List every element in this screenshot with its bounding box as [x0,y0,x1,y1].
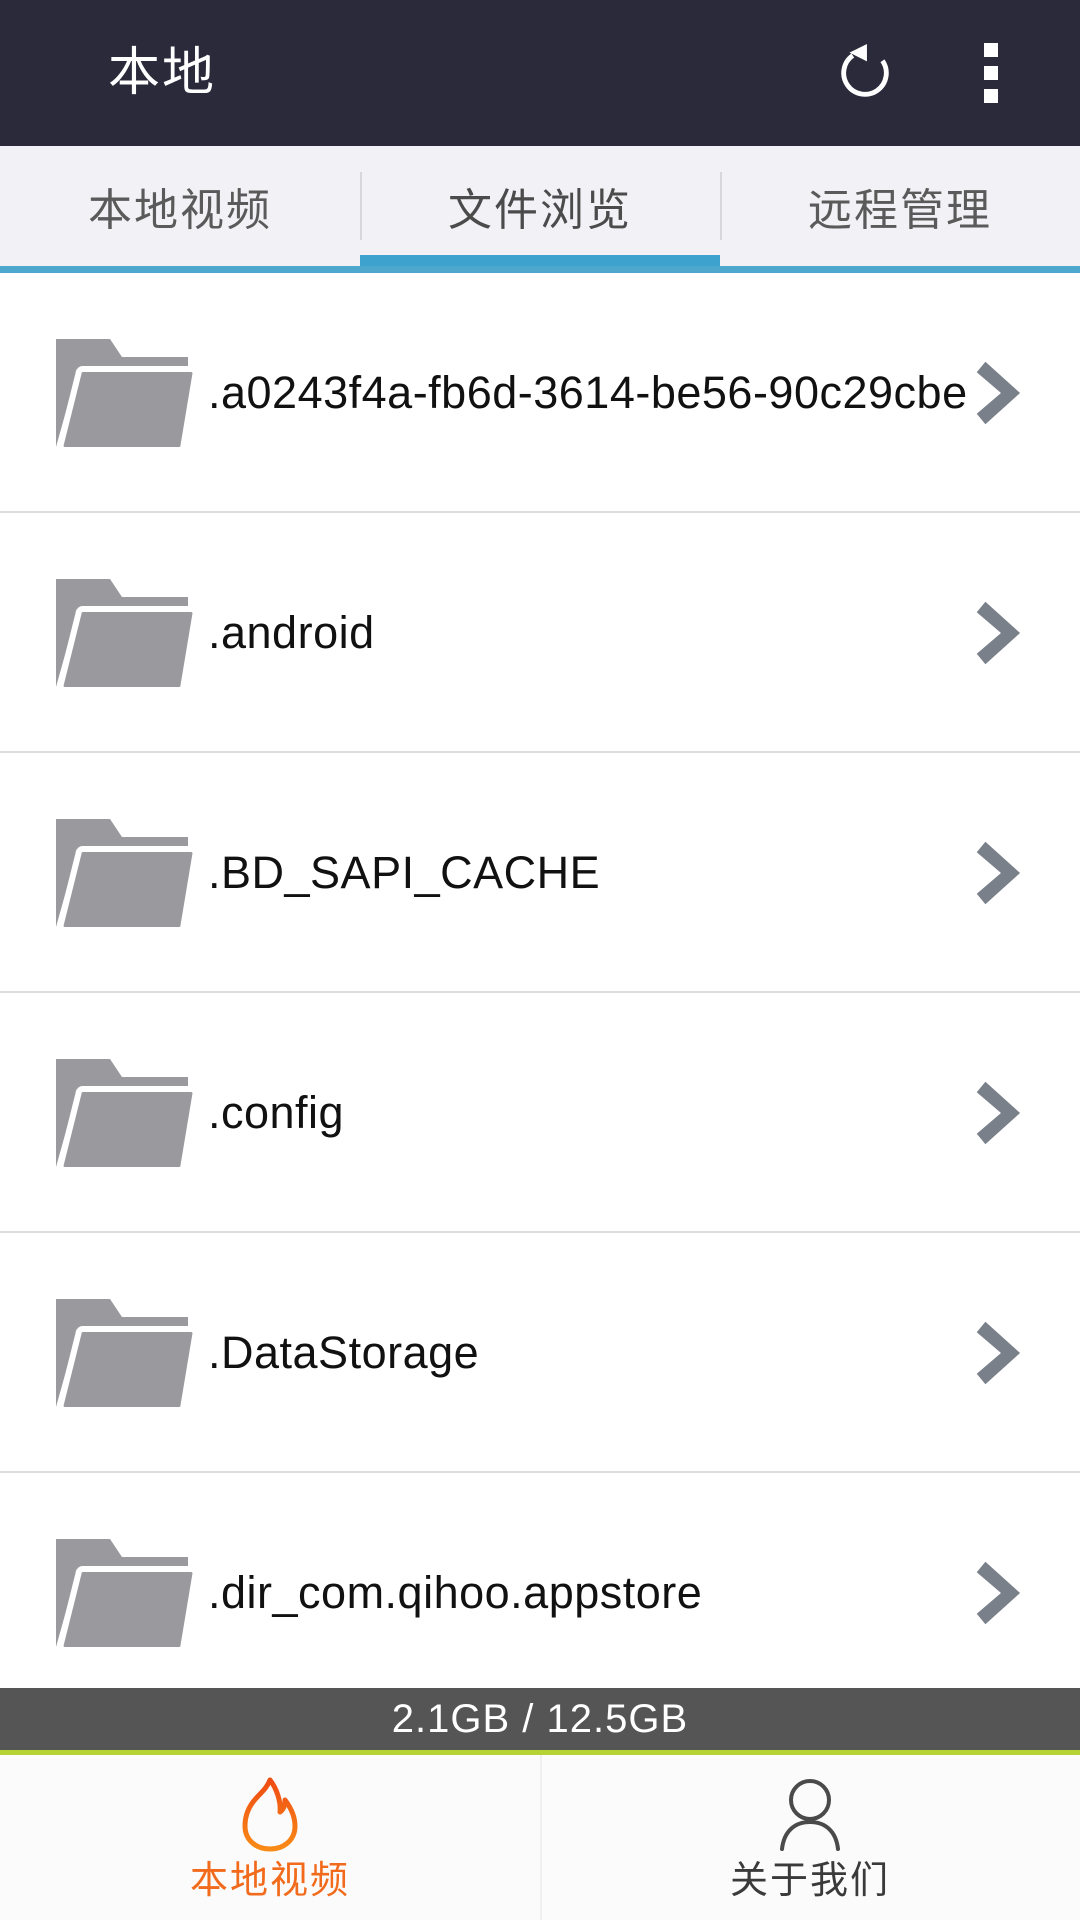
tab-remote-manage[interactable]: 远程管理 [720,146,1080,266]
person-icon-wrap [777,1776,843,1852]
app-bar: 本地 [0,0,1080,146]
chevron-button[interactable] [966,598,1036,668]
storage-text: 2.1GB / 12.5GB [391,1696,689,1741]
folder-icon-wrap [38,1509,206,1677]
tab-label: 远程管理 [808,186,992,235]
tab-file-browse[interactable]: 文件浏览 [360,146,720,266]
file-name: .config [208,1087,345,1138]
folder-icon [56,1539,197,1653]
folder-icon-wrap [38,789,206,957]
flame-icon-wrap [239,1776,301,1852]
chevron-right-icon [976,601,1021,665]
chevron-right-icon [976,841,1021,905]
nav-item-label: 本地视频 [189,1859,350,1902]
chevron-right-icon [976,1321,1021,1385]
folder-icon [56,1299,197,1413]
chevron-button[interactable] [966,358,1036,428]
nav-item-local-video[interactable]: 本地视频 [0,1755,540,1920]
chevron-button[interactable] [966,1318,1036,1388]
folder-icon [56,579,197,693]
tab-bar: 本地视频 文件浏览 远程管理 [0,146,1080,266]
tab-label: 本地视频 [88,186,272,235]
chevron-button[interactable] [966,838,1036,908]
file-name: .dir_com.qihoo.appstore [208,1567,703,1618]
folder-icon-wrap [38,1029,206,1197]
chevron-button[interactable] [966,1558,1036,1628]
file-list-row[interactable]: .dir_com.qihoo.appstore [0,1473,1080,1688]
tab-active-indicator [359,255,720,266]
app-bar-actions [822,30,1034,116]
tab-label: 文件浏览 [448,186,632,235]
folder-icon-wrap [38,549,206,717]
app-root: 本地 本地视频 文件浏览 远程管理 .a0243f4a-fb6d-3614-be… [0,0,1080,1920]
chevron-button[interactable] [966,1078,1036,1148]
folder-icon [56,339,197,453]
overflow-menu-icon [984,42,998,104]
tab-local-video[interactable]: 本地视频 [0,146,360,266]
file-list-row[interactable]: .DataStorage [0,1233,1080,1473]
file-list-row[interactable]: .BD_SAPI_CACHE [0,753,1080,993]
folder-icon-wrap [38,309,206,477]
file-name: .android [208,607,375,658]
chevron-right-icon [976,1081,1021,1145]
file-list-row[interactable]: .config [0,993,1080,1233]
refresh-icon [841,43,889,97]
file-name: .BD_SAPI_CACHE [208,847,601,898]
overflow-menu-button[interactable] [948,30,1034,116]
folder-icon-wrap [38,1269,206,1437]
file-list-row[interactable]: .a0243f4a-fb6d-3614-be56-90c29cbe8c83 [0,273,1080,513]
person-icon [780,1778,840,1851]
file-name: .a0243f4a-fb6d-3614-be56-90c29cbe8c83 [208,367,966,418]
file-name: .DataStorage [208,1327,480,1378]
folder-icon [56,1059,197,1173]
tab-baseline-divider [0,266,1080,273]
chevron-right-icon [976,1561,1021,1625]
refresh-button[interactable] [822,30,908,116]
folder-icon [56,819,197,933]
file-list[interactable]: .a0243f4a-fb6d-3614-be56-90c29cbe8c83 .a… [0,273,1080,1688]
nav-item-about-us[interactable]: 关于我们 [540,1755,1080,1920]
bottom-navigation: 本地视频 关于我们 [0,1755,1080,1920]
chevron-right-icon [976,361,1021,425]
storage-status-bar: 2.1GB / 12.5GB [0,1688,1080,1750]
flame-icon [242,1777,298,1851]
page-title: 本地 [108,44,217,102]
file-list-row[interactable]: .android [0,513,1080,753]
nav-item-label: 关于我们 [729,1859,890,1902]
